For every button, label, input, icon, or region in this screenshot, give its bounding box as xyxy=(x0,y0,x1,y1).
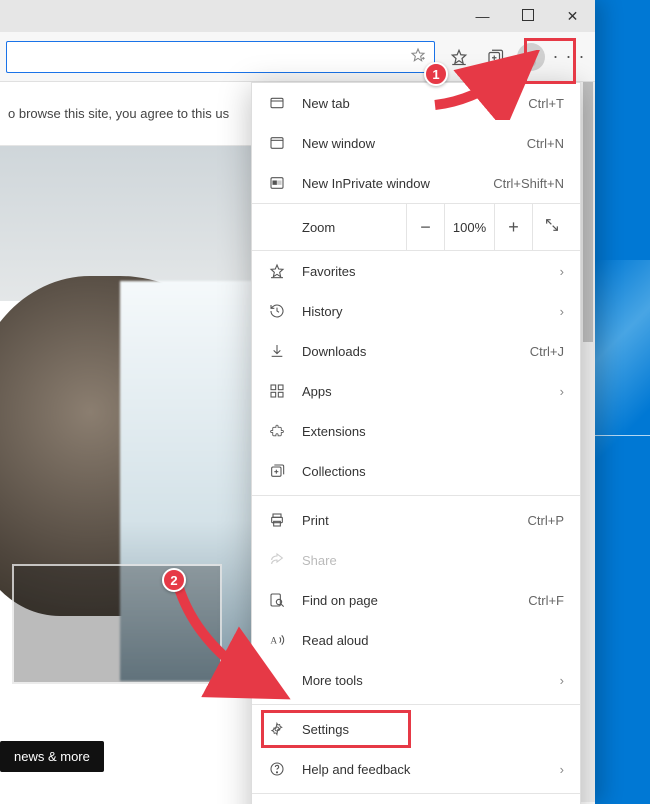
desktop-wallpaper-highlight xyxy=(595,260,650,460)
menu-item-collections[interactable]: Collections xyxy=(252,451,580,491)
menu-item-close-edge[interactable]: Close Microsoft Edge xyxy=(252,798,580,804)
annotation-badge-2: 2 xyxy=(162,568,186,592)
zoom-in-button[interactable]: + xyxy=(494,204,532,250)
menu-item-print[interactable]: Print Ctrl+P xyxy=(252,500,580,540)
browser-window: — ✕ · · · o browse this site, you agree … xyxy=(0,0,595,804)
menu-item-label: Downloads xyxy=(302,344,530,359)
menu-item-settings[interactable]: Settings xyxy=(252,709,580,749)
menu-item-label: Print xyxy=(302,513,528,528)
chevron-right-icon: › xyxy=(560,304,564,319)
close-window-button[interactable]: ✕ xyxy=(550,0,595,32)
menu-item-share: Share xyxy=(252,540,580,580)
menu-item-label: Collections xyxy=(302,464,564,479)
browser-toolbar: · · · xyxy=(0,32,595,82)
menu-item-label: New window xyxy=(302,136,527,151)
zoom-value: 100% xyxy=(444,204,494,250)
menu-item-label: History xyxy=(302,304,560,319)
inprivate-icon xyxy=(268,174,286,192)
collections-icon xyxy=(268,462,286,480)
menu-item-label: New InPrivate window xyxy=(302,176,493,191)
menu-item-favorites[interactable]: Favorites › xyxy=(252,251,580,291)
help-icon xyxy=(268,760,286,778)
menu-item-shortcut: Ctrl+P xyxy=(528,513,564,528)
new-tab-icon xyxy=(268,94,286,112)
menu-item-shortcut: Ctrl+Shift+N xyxy=(493,176,564,191)
chevron-right-icon: › xyxy=(560,264,564,279)
menu-item-label: New tab xyxy=(302,96,528,111)
menu-separator xyxy=(252,495,580,496)
collections-toolbar-icon[interactable] xyxy=(477,39,513,75)
menu-item-history[interactable]: History › xyxy=(252,291,580,331)
menu-item-shortcut: Ctrl+F xyxy=(528,593,564,608)
menu-item-downloads[interactable]: Downloads Ctrl+J xyxy=(252,331,580,371)
news-badge[interactable]: news & more xyxy=(0,741,104,772)
minimize-button[interactable]: — xyxy=(460,0,505,32)
history-icon xyxy=(268,302,286,320)
menu-item-label: Favorites xyxy=(302,264,560,279)
menu-zoom-row: Zoom − 100% + xyxy=(252,203,580,251)
menu-item-label: Read aloud xyxy=(302,633,564,648)
share-icon xyxy=(268,551,286,569)
maximize-button[interactable] xyxy=(505,0,550,32)
menu-item-find[interactable]: Find on page Ctrl+F xyxy=(252,580,580,620)
chevron-right-icon: › xyxy=(560,762,564,777)
menu-item-shortcut: Ctrl+J xyxy=(530,344,564,359)
menu-item-label: Apps xyxy=(302,384,560,399)
cookie-banner-text: o browse this site, you agree to this us xyxy=(8,106,229,121)
menu-item-shortcut: Ctrl+N xyxy=(527,136,564,151)
find-icon xyxy=(268,591,286,609)
settings-icon xyxy=(268,720,286,738)
svg-text:A: A xyxy=(270,636,277,646)
zoom-out-button[interactable]: − xyxy=(406,204,444,250)
chevron-right-icon: › xyxy=(560,673,564,688)
downloads-icon xyxy=(268,342,286,360)
menu-item-label: Help and feedback xyxy=(302,762,560,777)
menu-item-label: Settings xyxy=(302,722,564,737)
menu-item-new-window[interactable]: New window Ctrl+N xyxy=(252,123,580,163)
menu-separator xyxy=(252,793,580,794)
menu-item-more-tools[interactable]: More tools › xyxy=(252,660,580,700)
annotation-badge-1: 1 xyxy=(424,62,448,86)
print-icon xyxy=(268,511,286,529)
settings-and-more-menu: New tab Ctrl+T New window Ctrl+N New InP… xyxy=(251,82,581,804)
menu-item-label: More tools xyxy=(302,673,560,688)
menu-item-extensions[interactable]: Extensions xyxy=(252,411,580,451)
menu-item-shortcut: Ctrl+T xyxy=(528,96,564,111)
extensions-icon xyxy=(268,422,286,440)
menu-item-read-aloud[interactable]: A Read aloud xyxy=(252,620,580,660)
read-aloud-icon: A xyxy=(268,631,286,649)
settings-and-more-button[interactable]: · · · xyxy=(549,39,589,75)
menu-item-label: Share xyxy=(302,553,564,568)
apps-icon xyxy=(268,382,286,400)
hero-thumbnail[interactable] xyxy=(12,564,222,684)
chevron-right-icon: › xyxy=(560,384,564,399)
menu-separator xyxy=(252,704,580,705)
bookmark-star-icon[interactable] xyxy=(410,47,426,66)
fullscreen-button[interactable] xyxy=(532,204,570,250)
menu-scrollbar[interactable] xyxy=(581,82,595,802)
favorites-icon xyxy=(268,262,286,280)
desktop-wallpaper-line xyxy=(595,435,650,436)
address-bar[interactable] xyxy=(6,41,435,73)
menu-item-inprivate[interactable]: New InPrivate window Ctrl+Shift+N xyxy=(252,163,580,203)
menu-item-help[interactable]: Help and feedback › xyxy=(252,749,580,789)
menu-item-apps[interactable]: Apps › xyxy=(252,371,580,411)
menu-item-new-tab[interactable]: New tab Ctrl+T xyxy=(252,83,580,123)
zoom-label: Zoom xyxy=(302,220,406,235)
new-window-icon xyxy=(268,134,286,152)
titlebar: — ✕ xyxy=(0,0,595,32)
profile-avatar[interactable] xyxy=(517,43,545,71)
menu-item-label: Extensions xyxy=(302,424,564,439)
menu-item-label: Find on page xyxy=(302,593,528,608)
